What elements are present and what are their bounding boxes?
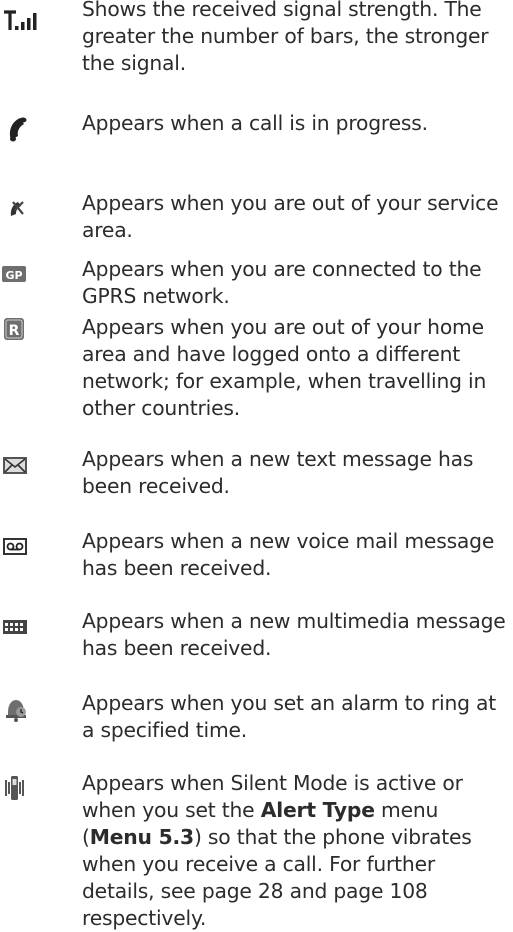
entry-text: Appears when you are connected to the GP… <box>82 257 482 308</box>
entry-text: Appears when a new multimedia message ha… <box>82 609 506 660</box>
entry-text: Appears when a new text message has been… <box>82 447 474 498</box>
text-message-icon <box>2 446 68 482</box>
voice-mail-icon <box>2 528 68 564</box>
vibrate-silent-icon <box>2 770 68 806</box>
gprs-icon-label: GP <box>5 269 22 282</box>
entry-text: Appears when a call is in progress. <box>82 111 428 135</box>
no-service-icon <box>2 190 68 226</box>
entry-text: Appears when a new voice mail message ha… <box>82 529 495 580</box>
roaming-icon-label: R <box>9 323 20 339</box>
alarm-icon <box>2 690 68 726</box>
entry-text: Appears when you set an alarm to ring at… <box>82 691 496 742</box>
entry-text: Shows the received signal strength. The … <box>82 0 489 75</box>
call-in-progress-icon <box>2 110 68 146</box>
multimedia-message-icon <box>2 608 68 644</box>
roaming-icon: R <box>2 314 68 350</box>
gprs-icon: GP <box>2 256 68 292</box>
menu-number: Menu 5.3 <box>89 825 194 849</box>
signal-strength-icon <box>2 0 68 36</box>
alert-type-menu-name: Alert Type <box>260 798 375 822</box>
entry-text: Appears when Silent Mode is active or wh… <box>82 770 510 932</box>
entry-text: Appears when you are out of your service… <box>82 191 499 242</box>
entry-text: Appears when you are out of your home ar… <box>82 315 487 420</box>
